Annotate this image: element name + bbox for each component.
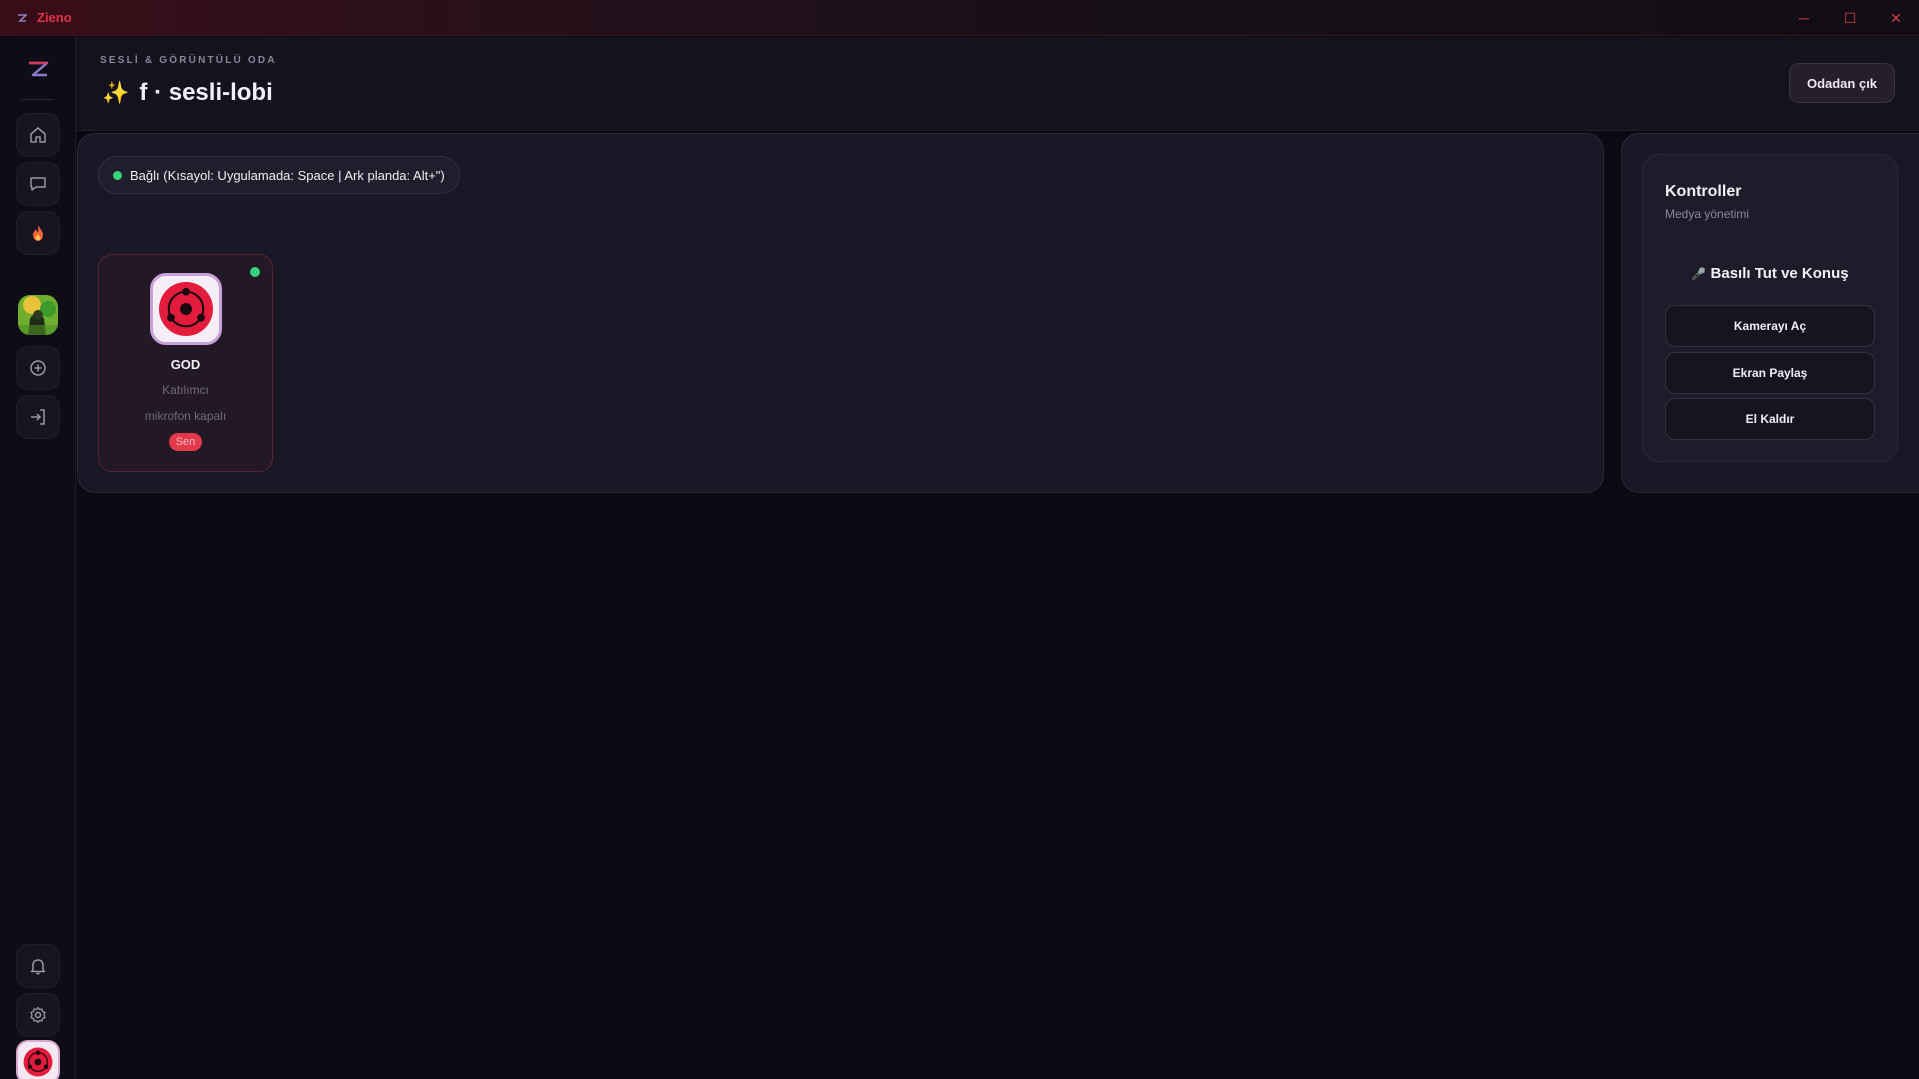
sidebar-item-settings[interactable] [16,993,60,1037]
minimize-button[interactable]: ─ [1781,0,1827,36]
sidebar-divider [22,99,54,100]
push-to-talk-button[interactable]: 🎤 Basılı Tut ve Konuş [1643,265,1897,282]
page-title: ✨ f · sesli-lobi [102,79,273,107]
participant-avatar [150,273,222,345]
controls-subtitle: Medya yönetimi [1665,207,1750,221]
sidebar-item-home[interactable] [16,113,60,157]
controls-panel: Kontroller Medya yönetimi 🎤 Basılı Tut v… [1621,133,1919,493]
maximize-button[interactable]: ☐ [1827,0,1873,36]
sparkle-icon: ✨ [102,80,130,105]
participant-mic-status: mikrofon kapalı [144,409,227,423]
room-header: SESLİ & GÖRÜNTÜLÜ ODA ✨ f · sesli-lobi O… [76,37,1919,131]
window-controls: ─ ☐ ✕ [1781,0,1919,36]
sidebar [0,37,76,1079]
raise-hand-button[interactable]: El Kaldır [1665,398,1875,440]
participant-card[interactable]: GOD Katılımcı mikrofon kapalı Sen [98,254,273,472]
room-type-label: SESLİ & GÖRÜNTÜLÜ ODA [100,55,277,66]
participant-name: GOD [170,357,201,372]
controls-title: Kontroller [1665,183,1742,200]
sharingan-avatar-icon [23,1047,53,1077]
sidebar-item-messages[interactable] [16,162,60,206]
user-avatar[interactable] [16,1040,60,1079]
home-icon [30,127,46,143]
sidebar-item-join[interactable] [16,395,60,439]
leave-room-button[interactable]: Odadan çık [1789,63,1895,103]
gear-icon [30,1006,46,1024]
room-name: f · sesli-lobi [139,79,273,106]
bell-icon [30,959,46,975]
app-name: Zieno [37,10,72,25]
push-to-talk-label: Basılı Tut ve Konuş [1710,265,1849,282]
online-indicator-icon [250,267,260,277]
microphone-icon: 🎤 [1691,267,1707,281]
sidebar-item-add-server[interactable] [16,346,60,390]
connected-dot-icon [113,170,122,180]
screen-share-button[interactable]: Ekran Paylaş [1665,352,1875,394]
plus-circle-icon [30,360,46,376]
sharingan-avatar-icon [159,282,213,336]
connection-status: Bağlı (Kısayol: Uygulamada: Space | Ark … [98,156,460,194]
self-badge: Sen [169,433,202,451]
chat-icon [30,177,46,191]
close-button[interactable]: ✕ [1873,0,1919,36]
participants-panel: Bağlı (Kısayol: Uygulamada: Space | Ark … [77,133,1604,493]
app-logo-icon [18,13,27,22]
brand-logo-icon [29,61,49,77]
sidebar-item-notifications[interactable] [16,944,60,988]
server-avatar-icon [18,295,58,335]
fire-icon [33,225,43,241]
participant-role: Katılımcı [162,383,209,397]
login-icon [31,409,45,425]
title-bar: Zieno ─ ☐ ✕ [0,0,1919,36]
controls-card: Kontroller Medya yönetimi 🎤 Basılı Tut v… [1642,154,1898,462]
sidebar-item-hot[interactable] [16,211,60,255]
camera-toggle-button[interactable]: Kamerayı Aç [1665,305,1875,347]
sidebar-item-server[interactable] [18,295,58,335]
connection-status-text: Bağlı (Kısayol: Uygulamada: Space | Ark … [130,167,445,183]
